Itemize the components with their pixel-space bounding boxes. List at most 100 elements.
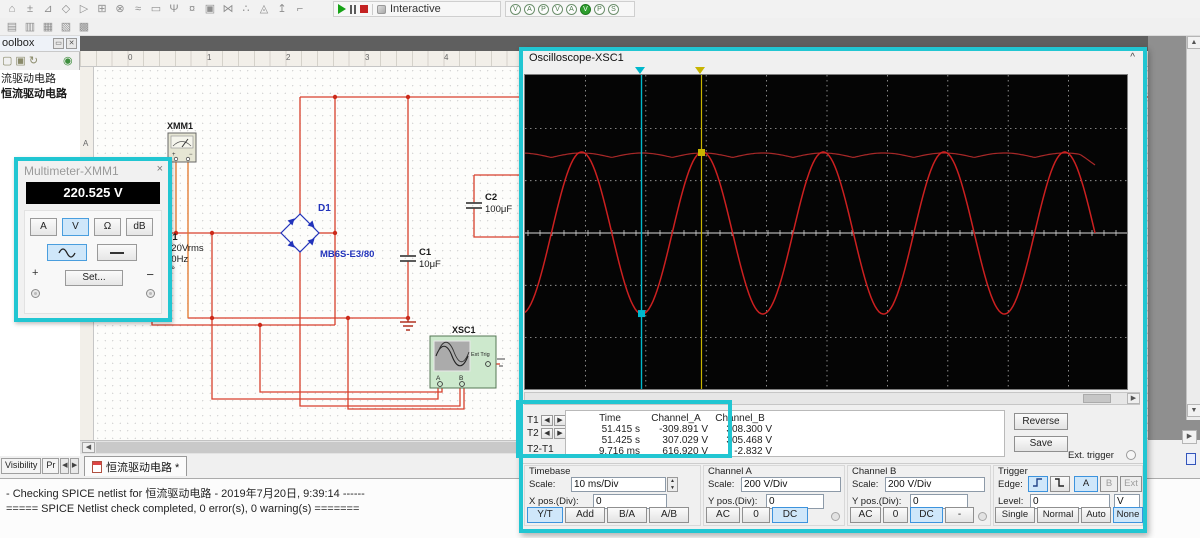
tree-item-design[interactable]: 流驱动电路 [1, 72, 80, 87]
positive-terminal[interactable] [31, 289, 40, 298]
save-button[interactable]: Save [1014, 436, 1068, 452]
scrollbar-track[interactable] [96, 442, 517, 453]
place-ni-icon[interactable]: ↥ [274, 2, 290, 16]
digital-probe-icon[interactable]: P [594, 3, 605, 15]
place-diode-icon[interactable]: ⊿ [40, 2, 56, 16]
channel-a-dc-button[interactable]: DC [772, 507, 808, 523]
run-simulation-icon[interactable] [338, 4, 346, 14]
snapshot-icon[interactable]: ◉ [63, 54, 73, 68]
tree-item-design-active[interactable]: 恒流驱动电路 [1, 87, 80, 102]
ab-mode-button[interactable]: A/B [649, 507, 689, 523]
place-rf-icon[interactable]: ∴ [238, 2, 254, 16]
diff-voltage-probe-icon[interactable]: V [552, 3, 563, 15]
voltage-probe-icon[interactable]: V [510, 3, 521, 15]
channel-b-zero-button[interactable]: 0 [883, 507, 908, 523]
tab-scroll-right-icon[interactable]: ▶ [70, 458, 79, 474]
scope-hscrollbar[interactable]: ▶ [524, 392, 1140, 405]
current-probe-icon[interactable]: A [524, 3, 535, 15]
reports-icon[interactable]: ▧ [58, 20, 74, 34]
tab-scroll-left-icon[interactable]: ◀ [60, 458, 70, 474]
channel-a-zero-button[interactable]: 0 [742, 507, 770, 523]
power-probe-icon[interactable]: P [538, 3, 549, 15]
stop-simulation-icon[interactable] [360, 5, 368, 13]
channel-b-scale-input[interactable] [885, 477, 985, 492]
place-misc-digital-icon[interactable]: ≈ [130, 2, 146, 16]
place-analog-icon[interactable]: ▷ [76, 2, 92, 16]
channel-b-invert-button[interactable]: - [945, 507, 974, 523]
current-ac-probe-icon[interactable]: A [566, 3, 577, 15]
ext-trigger-terminal[interactable] [1126, 450, 1136, 460]
grapher-icon[interactable]: ▤ [4, 20, 20, 34]
trigger-normal-button[interactable]: Normal [1037, 507, 1079, 523]
mode-volt-button[interactable]: V [62, 218, 89, 236]
channel-b-ac-button[interactable]: AC [850, 507, 881, 523]
cursor2-left-icon[interactable]: ◀ [541, 428, 553, 439]
mode-ampere-button[interactable]: A [30, 218, 57, 236]
falling-edge-icon[interactable] [1050, 476, 1070, 492]
mode-ohm-button[interactable]: Ω [94, 218, 121, 236]
reverse-button[interactable]: Reverse [1014, 413, 1068, 430]
canvas-hscrollbar[interactable]: ◀ [80, 440, 519, 454]
scroll-down-icon[interactable]: ▼ [1187, 404, 1200, 417]
channel-a-ac-button[interactable]: AC [706, 507, 740, 523]
place-connector-icon[interactable]: ⌐ [292, 2, 308, 16]
place-power-icon[interactable]: ¤ [184, 2, 200, 16]
place-basic-icon[interactable]: ± [22, 2, 38, 16]
dc-mode-button[interactable] [97, 244, 137, 261]
scope-scroll-right-icon[interactable]: ▶ [1127, 393, 1140, 404]
yt-mode-button[interactable]: Y/T [527, 507, 563, 523]
channel-a-scale-input[interactable] [741, 477, 841, 492]
toolbox-pin-icon[interactable]: ▭ [53, 38, 64, 49]
ac-mode-button[interactable] [47, 244, 87, 261]
tab-project[interactable]: Pr [42, 458, 60, 474]
trigger-auto-button[interactable]: Auto [1081, 507, 1111, 523]
add-mode-button[interactable]: Add [565, 507, 605, 523]
trigger-b-button[interactable]: B [1100, 476, 1118, 492]
place-cmos-icon[interactable]: ⊗ [112, 2, 128, 16]
refresh-icon[interactable]: ↻ [29, 54, 38, 68]
ba-mode-button[interactable]: B/A [607, 507, 647, 523]
place-transistor-icon[interactable]: ◇ [58, 2, 74, 16]
place-source-icon[interactable]: ⌂ [4, 2, 20, 16]
timebase-spinner[interactable]: ▲ ▼ [667, 477, 678, 492]
tab-visibility[interactable]: Visibility [1, 458, 42, 474]
scroll-right-icon[interactable]: ▶ [1182, 430, 1197, 444]
negative-terminal[interactable] [146, 289, 155, 298]
channel-b-terminal-radio[interactable] [978, 512, 987, 521]
probe-settings-icon[interactable]: S [608, 3, 619, 15]
trigger-none-button[interactable]: None [1113, 507, 1143, 523]
place-mixed-icon[interactable]: ▭ [148, 2, 164, 16]
interactive-profile-dropdown[interactable]: Interactive [390, 3, 441, 15]
rising-edge-icon[interactable] [1028, 476, 1048, 492]
pause-simulation-icon[interactable] [350, 4, 356, 14]
trigger-ext-button[interactable]: Ext [1120, 476, 1142, 492]
trigger-a-button[interactable]: A [1074, 476, 1098, 492]
trigger-single-button[interactable]: Single [995, 507, 1035, 523]
toolbox-close-icon[interactable]: ✕ [66, 38, 77, 49]
voltage-ref-probe-icon[interactable]: V [580, 3, 591, 15]
scroll-left-icon[interactable]: ◀ [82, 442, 95, 453]
canvas-vscrollbar[interactable]: ▲ ▼ [1186, 36, 1200, 420]
capture-icon[interactable]: ▩ [76, 20, 92, 34]
scroll-up-icon[interactable]: ▲ [1187, 36, 1200, 49]
new-design-icon[interactable]: ▢ [2, 54, 12, 68]
scope-display[interactable] [524, 74, 1128, 390]
cursor1-left-icon[interactable]: ◀ [541, 415, 553, 426]
multimeter-window[interactable]: Multimeter-XMM1 × 220.525 V A V Ω dB + S… [14, 157, 172, 322]
channel-b-dc-button[interactable]: DC [910, 507, 943, 523]
open-design-icon[interactable]: ▣ [15, 54, 25, 68]
place-ttl-icon[interactable]: ⊞ [94, 2, 110, 16]
channel-a-terminal-radio[interactable] [831, 512, 840, 521]
analyses-icon[interactable]: ▥ [22, 20, 38, 34]
place-advanced-peripherals-icon[interactable]: ⋈ [220, 2, 236, 16]
mode-db-button[interactable]: dB [126, 218, 153, 236]
close-icon[interactable]: × [157, 163, 163, 175]
cursor-2-handle[interactable] [695, 67, 705, 74]
place-electromech-icon[interactable]: ◬ [256, 2, 272, 16]
postprocessor-icon[interactable]: ▦ [40, 20, 56, 34]
timebase-scale-input[interactable] [571, 477, 666, 492]
cursor-1-handle[interactable] [635, 67, 645, 74]
place-misc-icon[interactable]: ▣ [202, 2, 218, 16]
scope-scroll-thumb[interactable] [1083, 394, 1111, 403]
place-indicator-icon[interactable]: Ψ [166, 2, 182, 16]
